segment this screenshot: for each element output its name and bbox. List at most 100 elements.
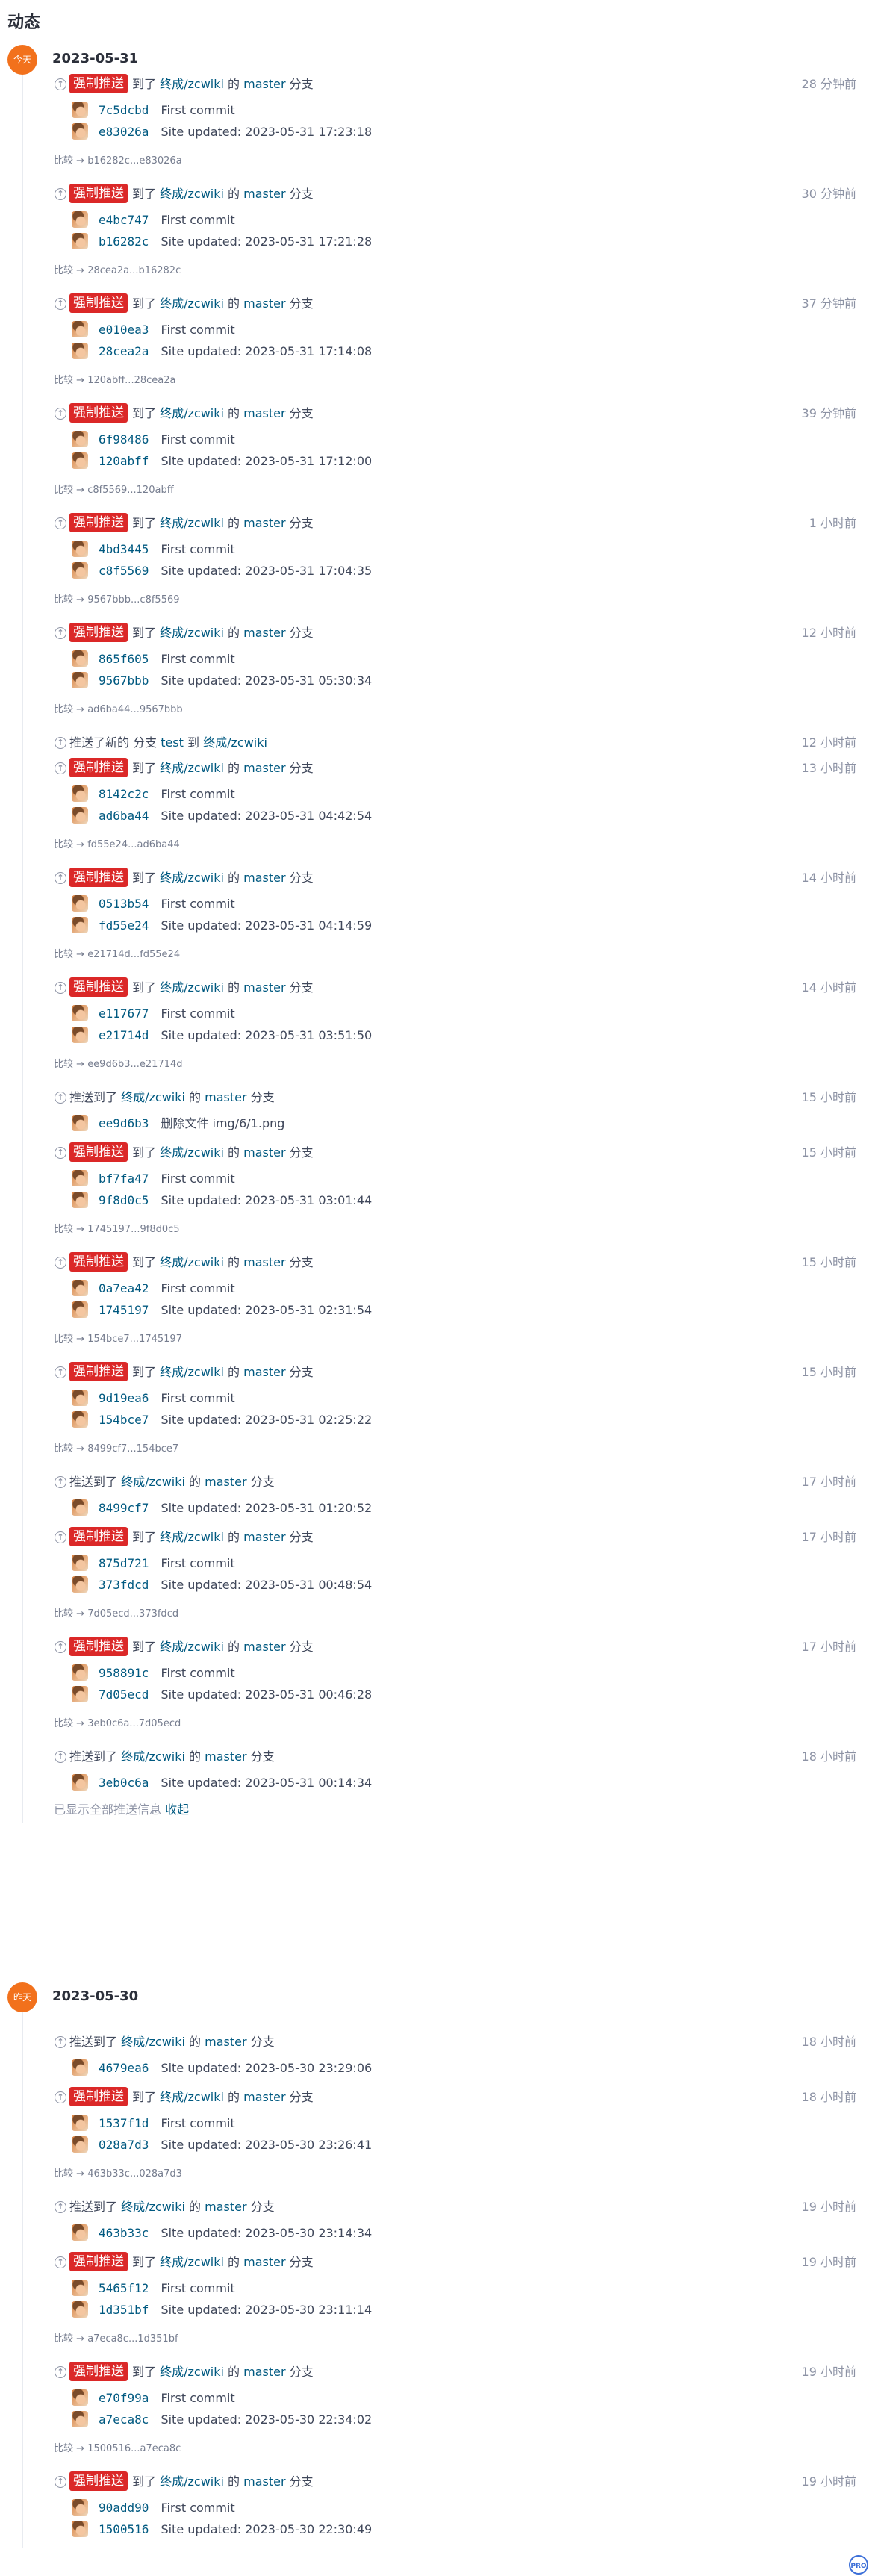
commit-sha-link[interactable]: e70f99a xyxy=(99,2391,149,2405)
avatar[interactable] xyxy=(72,2301,88,2318)
branch-link[interactable]: master xyxy=(243,871,285,885)
branch-link[interactable]: master xyxy=(243,406,285,420)
branch-link[interactable]: master xyxy=(243,1255,285,1269)
avatar[interactable] xyxy=(72,1686,88,1702)
avatar[interactable] xyxy=(72,2499,88,2516)
commit-sha-link[interactable]: 3eb0c6a xyxy=(99,1776,149,1790)
branch-link[interactable]: master xyxy=(243,2474,285,2489)
repo-link[interactable]: 终成/zcwiki xyxy=(121,1475,185,1489)
commit-sha-link[interactable]: 028a7d3 xyxy=(99,2138,149,2152)
avatar[interactable] xyxy=(72,1280,88,1296)
avatar[interactable] xyxy=(72,895,88,912)
repo-link[interactable]: 终成/zcwiki xyxy=(160,406,224,420)
commit-sha-link[interactable]: 463b33c xyxy=(99,2226,149,2240)
avatar[interactable] xyxy=(72,650,88,667)
avatar[interactable] xyxy=(72,1774,88,1791)
commit-sha-link[interactable]: 1d351bf xyxy=(99,2303,149,2317)
repo-link[interactable]: 终成/zcwiki xyxy=(160,1530,224,1544)
compare-link[interactable]: ee9d6b3...e21714d xyxy=(87,1059,182,1070)
branch-link[interactable]: master xyxy=(243,980,285,995)
repo-link[interactable]: 终成/zcwiki xyxy=(121,2200,185,2214)
branch-link[interactable]: master xyxy=(243,2090,285,2104)
branch-link[interactable]: master xyxy=(205,2200,246,2214)
avatar[interactable] xyxy=(72,917,88,933)
avatar[interactable] xyxy=(72,452,88,469)
compare-link[interactable]: c8f5569...120abff xyxy=(87,485,173,496)
avatar[interactable] xyxy=(72,1005,88,1021)
commit-sha-link[interactable]: ad6ba44 xyxy=(99,809,149,823)
commit-sha-link[interactable]: 373fdcd xyxy=(99,1578,149,1592)
avatar[interactable] xyxy=(72,2521,88,2537)
branch-link[interactable]: master xyxy=(205,1475,246,1489)
repo-link[interactable]: 终成/zcwiki xyxy=(121,1749,185,1764)
commit-sha-link[interactable]: 8142c2c xyxy=(99,787,149,801)
compare-link[interactable]: 9567bbb...c8f5569 xyxy=(87,594,179,606)
repo-link[interactable]: 终成/zcwiki xyxy=(160,296,224,311)
branch-link[interactable]: master xyxy=(205,1090,246,1104)
commit-sha-link[interactable]: 9f8d0c5 xyxy=(99,1193,149,1207)
repo-link[interactable]: 终成/zcwiki xyxy=(160,1640,224,1654)
repo-link[interactable]: 终成/zcwiki xyxy=(160,871,224,885)
repo-link[interactable]: 终成/zcwiki xyxy=(160,516,224,530)
commit-sha-link[interactable]: 9567bbb xyxy=(99,673,149,688)
commit-sha-link[interactable]: 120abff xyxy=(99,454,149,468)
branch-link[interactable]: master xyxy=(243,761,285,775)
repo-link[interactable]: 终成/zcwiki xyxy=(160,1255,224,1269)
avatar[interactable] xyxy=(72,1664,88,1681)
repo-link[interactable]: 终成/zcwiki xyxy=(121,1090,185,1104)
branch-link[interactable]: master xyxy=(243,296,285,311)
repo-link[interactable]: 终成/zcwiki xyxy=(121,2035,185,2049)
avatar[interactable] xyxy=(72,1555,88,1571)
commit-sha-link[interactable]: e010ea3 xyxy=(99,323,149,337)
repo-link[interactable]: 终成/zcwiki xyxy=(160,1365,224,1379)
compare-link[interactable]: e21714d...fd55e24 xyxy=(87,949,180,960)
repo-link[interactable]: 终成/zcwiki xyxy=(160,980,224,995)
compare-link[interactable]: fd55e24...ad6ba44 xyxy=(87,839,180,850)
avatar[interactable] xyxy=(72,431,88,447)
commit-sha-link[interactable]: a7eca8c xyxy=(99,2412,149,2427)
avatar[interactable] xyxy=(72,123,88,140)
compare-link[interactable]: 120abff...28cea2a xyxy=(87,375,175,386)
commit-sha-link[interactable]: 958891c xyxy=(99,1666,149,1680)
commit-sha-link[interactable]: 0a7ea42 xyxy=(99,1281,149,1295)
commit-sha-link[interactable]: e117677 xyxy=(99,1007,149,1021)
avatar[interactable] xyxy=(72,2280,88,2296)
avatar[interactable] xyxy=(72,1027,88,1043)
avatar[interactable] xyxy=(72,1499,88,1516)
commit-sha-link[interactable]: 1745197 xyxy=(99,1303,149,1317)
commit-sha-link[interactable]: 90add90 xyxy=(99,2501,149,2515)
avatar[interactable] xyxy=(72,2136,88,2153)
compare-link[interactable]: 154bce7...1745197 xyxy=(87,1334,182,1345)
branch-link[interactable]: master xyxy=(243,2365,285,2379)
commit-sha-link[interactable]: 4bd3445 xyxy=(99,542,149,556)
repo-link[interactable]: 终成/zcwiki xyxy=(160,626,224,640)
avatar[interactable] xyxy=(72,2224,88,2241)
commit-sha-link[interactable]: 28cea2a xyxy=(99,344,149,358)
avatar[interactable] xyxy=(72,2115,88,2131)
help-icon[interactable]: PRO xyxy=(849,2555,868,2575)
avatar[interactable] xyxy=(72,807,88,824)
avatar[interactable] xyxy=(72,672,88,688)
branch-link[interactable]: master xyxy=(243,516,285,530)
compare-link[interactable]: 28cea2a...b16282c xyxy=(87,265,181,276)
repo-link[interactable]: 终成/zcwiki xyxy=(203,735,267,750)
commit-sha-link[interactable]: 1537f1d xyxy=(99,2116,149,2130)
repo-link[interactable]: 终成/zcwiki xyxy=(160,187,224,201)
avatar[interactable] xyxy=(72,102,88,118)
avatar[interactable] xyxy=(72,1390,88,1406)
compare-link[interactable]: 1745197...9f8d0c5 xyxy=(87,1224,179,1235)
repo-link[interactable]: 终成/zcwiki xyxy=(160,2090,224,2104)
collapse-link[interactable]: 收起 xyxy=(165,1802,189,1817)
avatar[interactable] xyxy=(72,2411,88,2427)
avatar[interactable] xyxy=(72,233,88,249)
compare-link[interactable]: b16282c...e83026a xyxy=(87,155,181,167)
repo-link[interactable]: 终成/zcwiki xyxy=(160,1145,224,1160)
commit-sha-link[interactable]: ee9d6b3 xyxy=(99,1116,149,1130)
commit-sha-link[interactable]: 7c5dcbd xyxy=(99,103,149,117)
avatar[interactable] xyxy=(72,1170,88,1186)
branch-link[interactable]: master xyxy=(243,1365,285,1379)
avatar[interactable] xyxy=(72,343,88,359)
compare-link[interactable]: 1500516...a7eca8c xyxy=(87,2443,181,2454)
commit-sha-link[interactable]: e21714d xyxy=(99,1028,149,1042)
avatar[interactable] xyxy=(72,321,88,337)
